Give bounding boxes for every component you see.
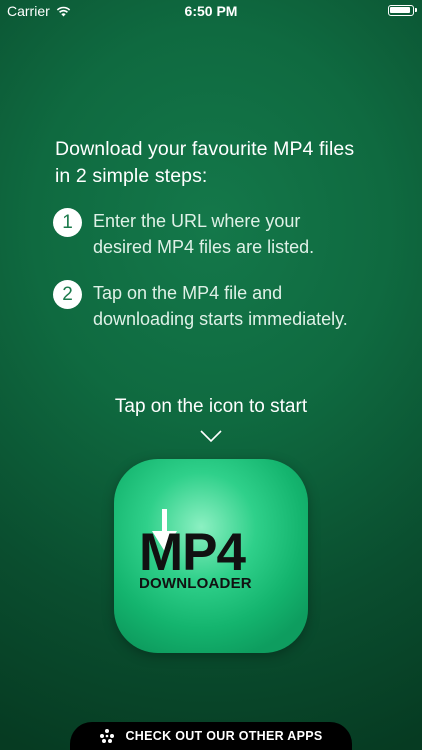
app-icon-subtitle: DOWNLOADER	[139, 575, 252, 592]
step-1-line-1: Enter the URL where your	[93, 211, 301, 231]
intro-text: Download your favourite MP4 files in 2 s…	[55, 136, 375, 190]
app-icon-title: MP4	[139, 523, 246, 582]
step-number-badge: 2	[53, 280, 82, 309]
other-apps-button[interactable]: CHECK OUT OUR OTHER APPS	[70, 722, 352, 750]
status-time: 6:50 PM	[184, 3, 238, 19]
step-2-line-2: downloading starts immediately.	[93, 309, 348, 329]
intro-line-1: Download your favourite MP4 files	[55, 138, 355, 160]
mp4-downloader-app-icon[interactable]: MP4 DOWNLOADER	[114, 459, 308, 653]
step-text: Tap on the MP4 file and downloading star…	[93, 280, 373, 332]
other-apps-label: CHECK OUT OUR OTHER APPS	[125, 729, 323, 743]
step-1-line-2: desired MP4 files are listed.	[93, 237, 315, 257]
chevron-down-icon	[200, 430, 222, 443]
cta-text: Tap on the icon to start	[114, 396, 308, 417]
step-text: Enter the URL where your desired MP4 fil…	[93, 208, 373, 260]
intro-line-2: in 2 simple steps:	[55, 165, 208, 187]
step-2: 2 Tap on the MP4 file and downloading st…	[53, 280, 383, 332]
step-number-badge: 1	[53, 208, 82, 237]
step-2-line-1: Tap on the MP4 file and	[93, 283, 283, 303]
apps-dots-icon	[100, 729, 115, 743]
battery-icon	[388, 5, 417, 16]
step-1: 1 Enter the URL where your desired MP4 f…	[53, 208, 383, 260]
status-bar: Carrier 6:50 PM	[0, 0, 422, 22]
